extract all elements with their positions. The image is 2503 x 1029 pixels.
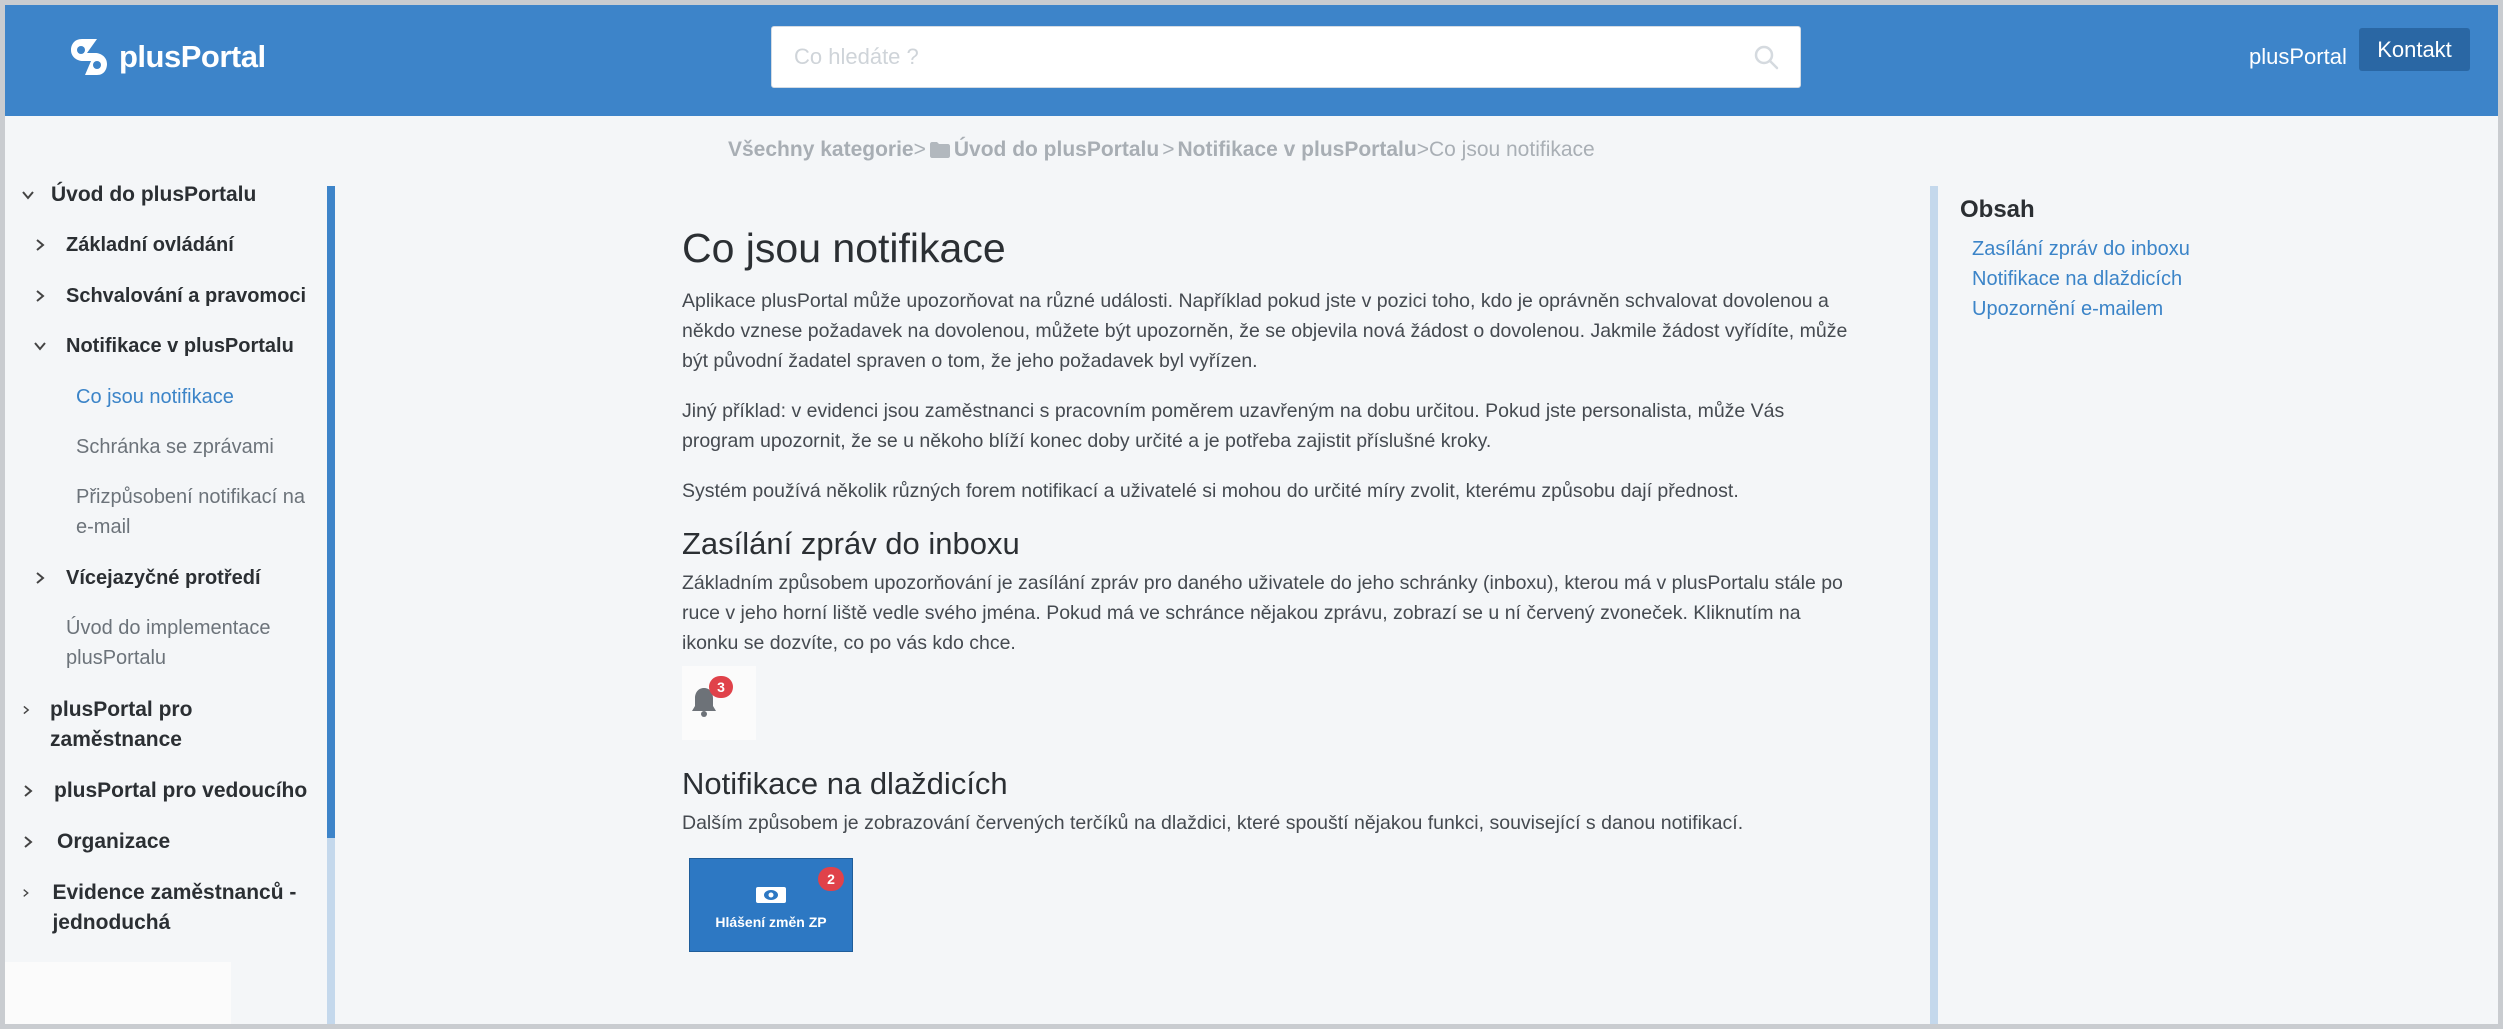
sidebar-item-notifications[interactable]: Notifikace v plusPortalu xyxy=(33,331,294,361)
breadcrumb-notifications[interactable]: Notifikace v plusPortalu xyxy=(1177,138,1416,162)
sidebar-item-label: Co jsou notifikace xyxy=(76,386,234,408)
sidebar-scrollbar-thumb[interactable] xyxy=(327,186,335,838)
chevron-right-icon xyxy=(24,785,33,797)
brand-logo[interactable]: plusPortal xyxy=(67,35,266,79)
tile-label: Hlášení změn ZP xyxy=(715,914,827,930)
chevron-down-icon xyxy=(22,191,34,200)
sidebar-item-email-notifications[interactable]: Přizpůsobení notifikací na e-mail xyxy=(76,482,326,542)
breadcrumb-separator: > xyxy=(1416,138,1429,161)
chevron-right-icon xyxy=(36,239,45,251)
sidebar-item-label: Organizace xyxy=(57,830,171,853)
section-heading-tiles: Notifikace na dlaždicích xyxy=(682,766,1008,801)
article-paragraph: Jiný příklad: v evidenci jsou zaměstnanc… xyxy=(682,400,1785,452)
tile-example-image: Hlášení změn ZP 2 xyxy=(689,858,853,952)
pluportal-logo-icon xyxy=(71,39,107,75)
article-title: Co jsou notifikace xyxy=(682,225,1006,271)
article-content: Co jsou notifikace Aplikace plusPortal m… xyxy=(682,225,1862,952)
toc-item-tiles[interactable]: Notifikace na dlaždicích xyxy=(1972,264,2190,294)
sidebar-item-for-employees[interactable]: plusPortal pro zaměstnance xyxy=(21,695,251,755)
sidebar-footer-blank xyxy=(5,962,231,1029)
chevron-right-icon xyxy=(36,572,45,584)
sidebar-item-label: Přizpůsobení notifikací na e-mail xyxy=(76,486,306,538)
sidebar-item-employee-records[interactable]: Evidence zaměstnanců - jednoduchá xyxy=(21,878,301,938)
sidebar-item-basic-controls[interactable]: Základní ovládání xyxy=(33,230,234,260)
sidebar-item-label: Schvalování a pravomoci xyxy=(66,285,307,307)
toc-item-inbox[interactable]: Zasílání zpráv do inboxu xyxy=(1972,234,2190,264)
breadcrumb-intro[interactable]: Úvod do plusPortalu xyxy=(954,138,1159,162)
sidebar-item-label: Úvod do implementace plusPortalu xyxy=(66,617,271,669)
sidebar-item-label: plusPortal pro zaměstnance xyxy=(50,698,193,751)
sidebar-item-label: Schránka se zprávami xyxy=(76,436,274,458)
sidebar-item-approvals[interactable]: Schvalování a pravomoci xyxy=(33,281,306,311)
article-paragraph: Základním způsobem upozorňování je zasíl… xyxy=(682,572,1843,654)
sidebar-nav: Úvod do plusPortalu Základní ovládání Sc… xyxy=(5,180,325,1024)
sidebar-item-label: Úvod do plusPortalu xyxy=(51,183,257,206)
toc-divider xyxy=(1930,186,1938,1029)
sidebar-item-organization[interactable]: Organizace xyxy=(21,827,170,857)
bell-example-image: 3 xyxy=(682,666,756,740)
sidebar-item-intro[interactable]: Úvod do plusPortalu xyxy=(21,180,256,210)
sidebar-item-what-are-notifications[interactable]: Co jsou notifikace xyxy=(76,382,234,412)
breadcrumb-separator: > xyxy=(1162,138,1175,161)
search-input[interactable] xyxy=(772,27,1752,87)
sidebar-item-for-managers[interactable]: plusPortal pro vedoucího xyxy=(21,776,307,806)
breadcrumb-current: Co jsou notifikace xyxy=(1428,138,1595,161)
search-bar xyxy=(771,26,1801,88)
brand-name: plusPortal xyxy=(119,39,266,74)
folder-icon xyxy=(929,142,950,158)
sidebar-item-label: Vícejazyčné protředí xyxy=(66,567,261,589)
sidebar-item-multilanguage[interactable]: Vícejazyčné protředí xyxy=(33,563,261,593)
sidebar-item-implementation[interactable]: Úvod do implementace plusPortalu xyxy=(66,613,306,673)
breadcrumb: Všechny kategorie > Úvod do plusPortalu … xyxy=(728,138,1595,162)
contact-button[interactable]: Kontakt xyxy=(2359,28,2470,71)
tile-report-icon xyxy=(756,887,786,903)
article-paragraph: Aplikace plusPortal může upozorňovat na … xyxy=(682,290,1848,372)
toc-title: Obsah xyxy=(1960,196,2035,223)
portal-link[interactable]: plusPortal xyxy=(2249,44,2347,70)
toc-item-email[interactable]: Upozornění e-mailem xyxy=(1972,294,2190,324)
table-of-contents: Obsah Zasílání zpráv do inboxu Notifikac… xyxy=(1960,196,2190,324)
section-heading-inbox: Zasílání zpráv do inboxu xyxy=(682,526,1020,561)
chevron-right-icon xyxy=(24,836,33,848)
breadcrumb-separator: > xyxy=(913,138,926,161)
sidebar-item-label: Základní ovládání xyxy=(66,234,234,256)
search-icon[interactable] xyxy=(1752,43,1780,71)
chevron-down-icon xyxy=(34,342,46,351)
notification-count-badge: 2 xyxy=(818,867,844,891)
notification-count-badge: 3 xyxy=(709,676,733,698)
top-header: plusPortal plusPortal Kontakt xyxy=(5,5,2498,116)
sidebar-item-inbox[interactable]: Schránka se zprávami xyxy=(76,432,274,462)
sidebar-item-label: Evidence zaměstnanců - jednoduchá xyxy=(52,881,297,934)
article-paragraph: Systém používá několik různých forem not… xyxy=(682,480,1739,502)
article-paragraph: Dalším způsobem je zobrazování červených… xyxy=(682,812,1744,834)
chevron-right-icon xyxy=(36,290,45,302)
sidebar-item-label: Notifikace v plusPortalu xyxy=(66,335,294,357)
sidebar-item-label: plusPortal pro vedoucího xyxy=(54,779,308,802)
sidebar-scrollbar-track[interactable] xyxy=(327,838,335,1029)
chevron-right-icon xyxy=(23,705,30,715)
breadcrumb-all-categories[interactable]: Všechny kategorie xyxy=(728,138,914,162)
chevron-right-icon xyxy=(23,889,29,897)
